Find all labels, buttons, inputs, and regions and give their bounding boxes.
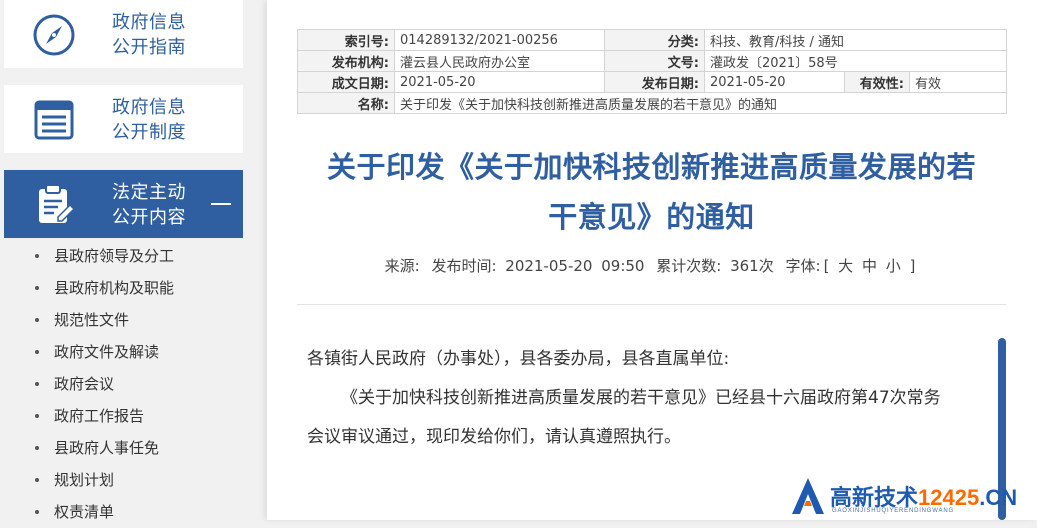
nav-statutory-content-label: 法定主动 公开内容 <box>112 182 186 228</box>
metadata-table: 索引号: 014289132/2021-00256 分类: 科技、教育/科技 /… <box>297 29 1007 114</box>
paragraph-line: 会议审议通过，现印发给你们，请认真遵照执行。 <box>307 427 681 447</box>
docno-value: 灌政发〔2021〕58号 <box>704 50 1007 72</box>
sub-nav-item[interactable]: 权责清单 <box>0 496 250 528</box>
category-label: 分类: <box>604 29 705 51</box>
watermark-logo-icon <box>792 478 824 514</box>
article-info-bar: 来源: 发布时间: 2021-05-20 09:50 累计次数: 361次 字体… <box>297 255 1006 276</box>
source-label: 来源: <box>384 257 420 275</box>
index-label: 索引号: <box>297 29 395 51</box>
clipboard-edit-icon <box>39 184 76 223</box>
sub-nav-item[interactable]: 县政府领导及分工 <box>0 240 250 272</box>
sub-nav-item[interactable]: 规划计划 <box>0 464 250 496</box>
sub-nav-item[interactable]: 政府文件及解读 <box>0 336 250 368</box>
doc-name-value: 关于印发《关于加快科技创新推进高质量发展的若干意见》的通知 <box>394 92 1007 114</box>
font-size-label: 字体: <box>785 257 821 275</box>
published-date-label: 发布日期: <box>604 71 705 93</box>
sub-nav-item[interactable]: 政府会议 <box>0 368 250 400</box>
publisher-value: 灌云县人民政府办公室 <box>394 50 605 72</box>
article-body: 各镇街人民政府（办事处），县各委办局，县各直属单位: 《关于加快科技创新推进高质… <box>307 340 987 457</box>
validity-value: 有效 <box>909 71 1007 93</box>
divider <box>297 304 1006 305</box>
watermark: 高新技术12425.CN GAOXINJISHUQIYERENDINGWANG <box>790 474 1037 520</box>
docno-label: 文号: <box>604 50 705 72</box>
doc-name-label: 名称: <box>297 92 395 114</box>
nav-system-label: 政府信息 公开制度 <box>112 97 186 143</box>
paragraph-line: 《关于加快科技创新推进高质量发展的若干意见》已经县十六届政府第47次常务 <box>341 388 941 408</box>
compass-icon <box>33 14 75 56</box>
nav-guide-label: 政府信息 公开指南 <box>112 12 186 58</box>
list-document-icon <box>34 100 74 140</box>
sub-nav-item[interactable]: 规范性文件 <box>0 304 250 336</box>
sub-nav-item[interactable]: 县政府机构及职能 <box>0 272 250 304</box>
published-date-value: 2021-05-20 <box>704 71 845 93</box>
nav-system[interactable]: 政府信息 公开制度 <box>4 85 243 153</box>
index-value: 014289132/2021-00256 <box>394 29 605 51</box>
view-count: 累计次数: 361次 <box>656 257 774 275</box>
publisher-label: 发布机构: <box>297 50 395 72</box>
validity-label: 有效性: <box>844 71 910 93</box>
created-date-label: 成文日期: <box>297 71 395 93</box>
category-value: 科技、教育/科技 / 通知 <box>704 29 1007 51</box>
created-date-value: 2021-05-20 <box>394 71 605 93</box>
salutation: 各镇街人民政府（办事处），县各委办局，县各直属单位: <box>307 349 730 369</box>
font-size-options[interactable]: [ 大 中 小 ] <box>824 257 916 275</box>
sub-nav-item[interactable]: 县政府人事任免 <box>0 432 250 464</box>
article-title: 关于印发《关于加快科技创新推进高质量发展的若 干意见》的通知 <box>326 150 976 234</box>
watermark-subtext: GAOXINJISHUQIYERENDINGWANG <box>832 508 954 514</box>
nav-statutory-content[interactable]: 法定主动 公开内容 <box>4 170 243 238</box>
publish-time: 发布时间: 2021-05-20 09:50 <box>431 257 645 275</box>
sidebar: 政府信息 公开指南 政府信息 公开制度 法定主动 公开内容 县政府领导及分工 县… <box>0 0 250 521</box>
sub-nav-list: 县政府领导及分工 县政府机构及职能 规范性文件 政府文件及解读 政府会议 政府工… <box>0 240 250 528</box>
sub-nav-item[interactable]: 政府工作报告 <box>0 400 250 432</box>
collapse-icon[interactable] <box>211 203 231 205</box>
nav-guide[interactable]: 政府信息 公开指南 <box>4 0 243 68</box>
main-content: 索引号: 014289132/2021-00256 分类: 科技、教育/科技 /… <box>267 0 1037 520</box>
